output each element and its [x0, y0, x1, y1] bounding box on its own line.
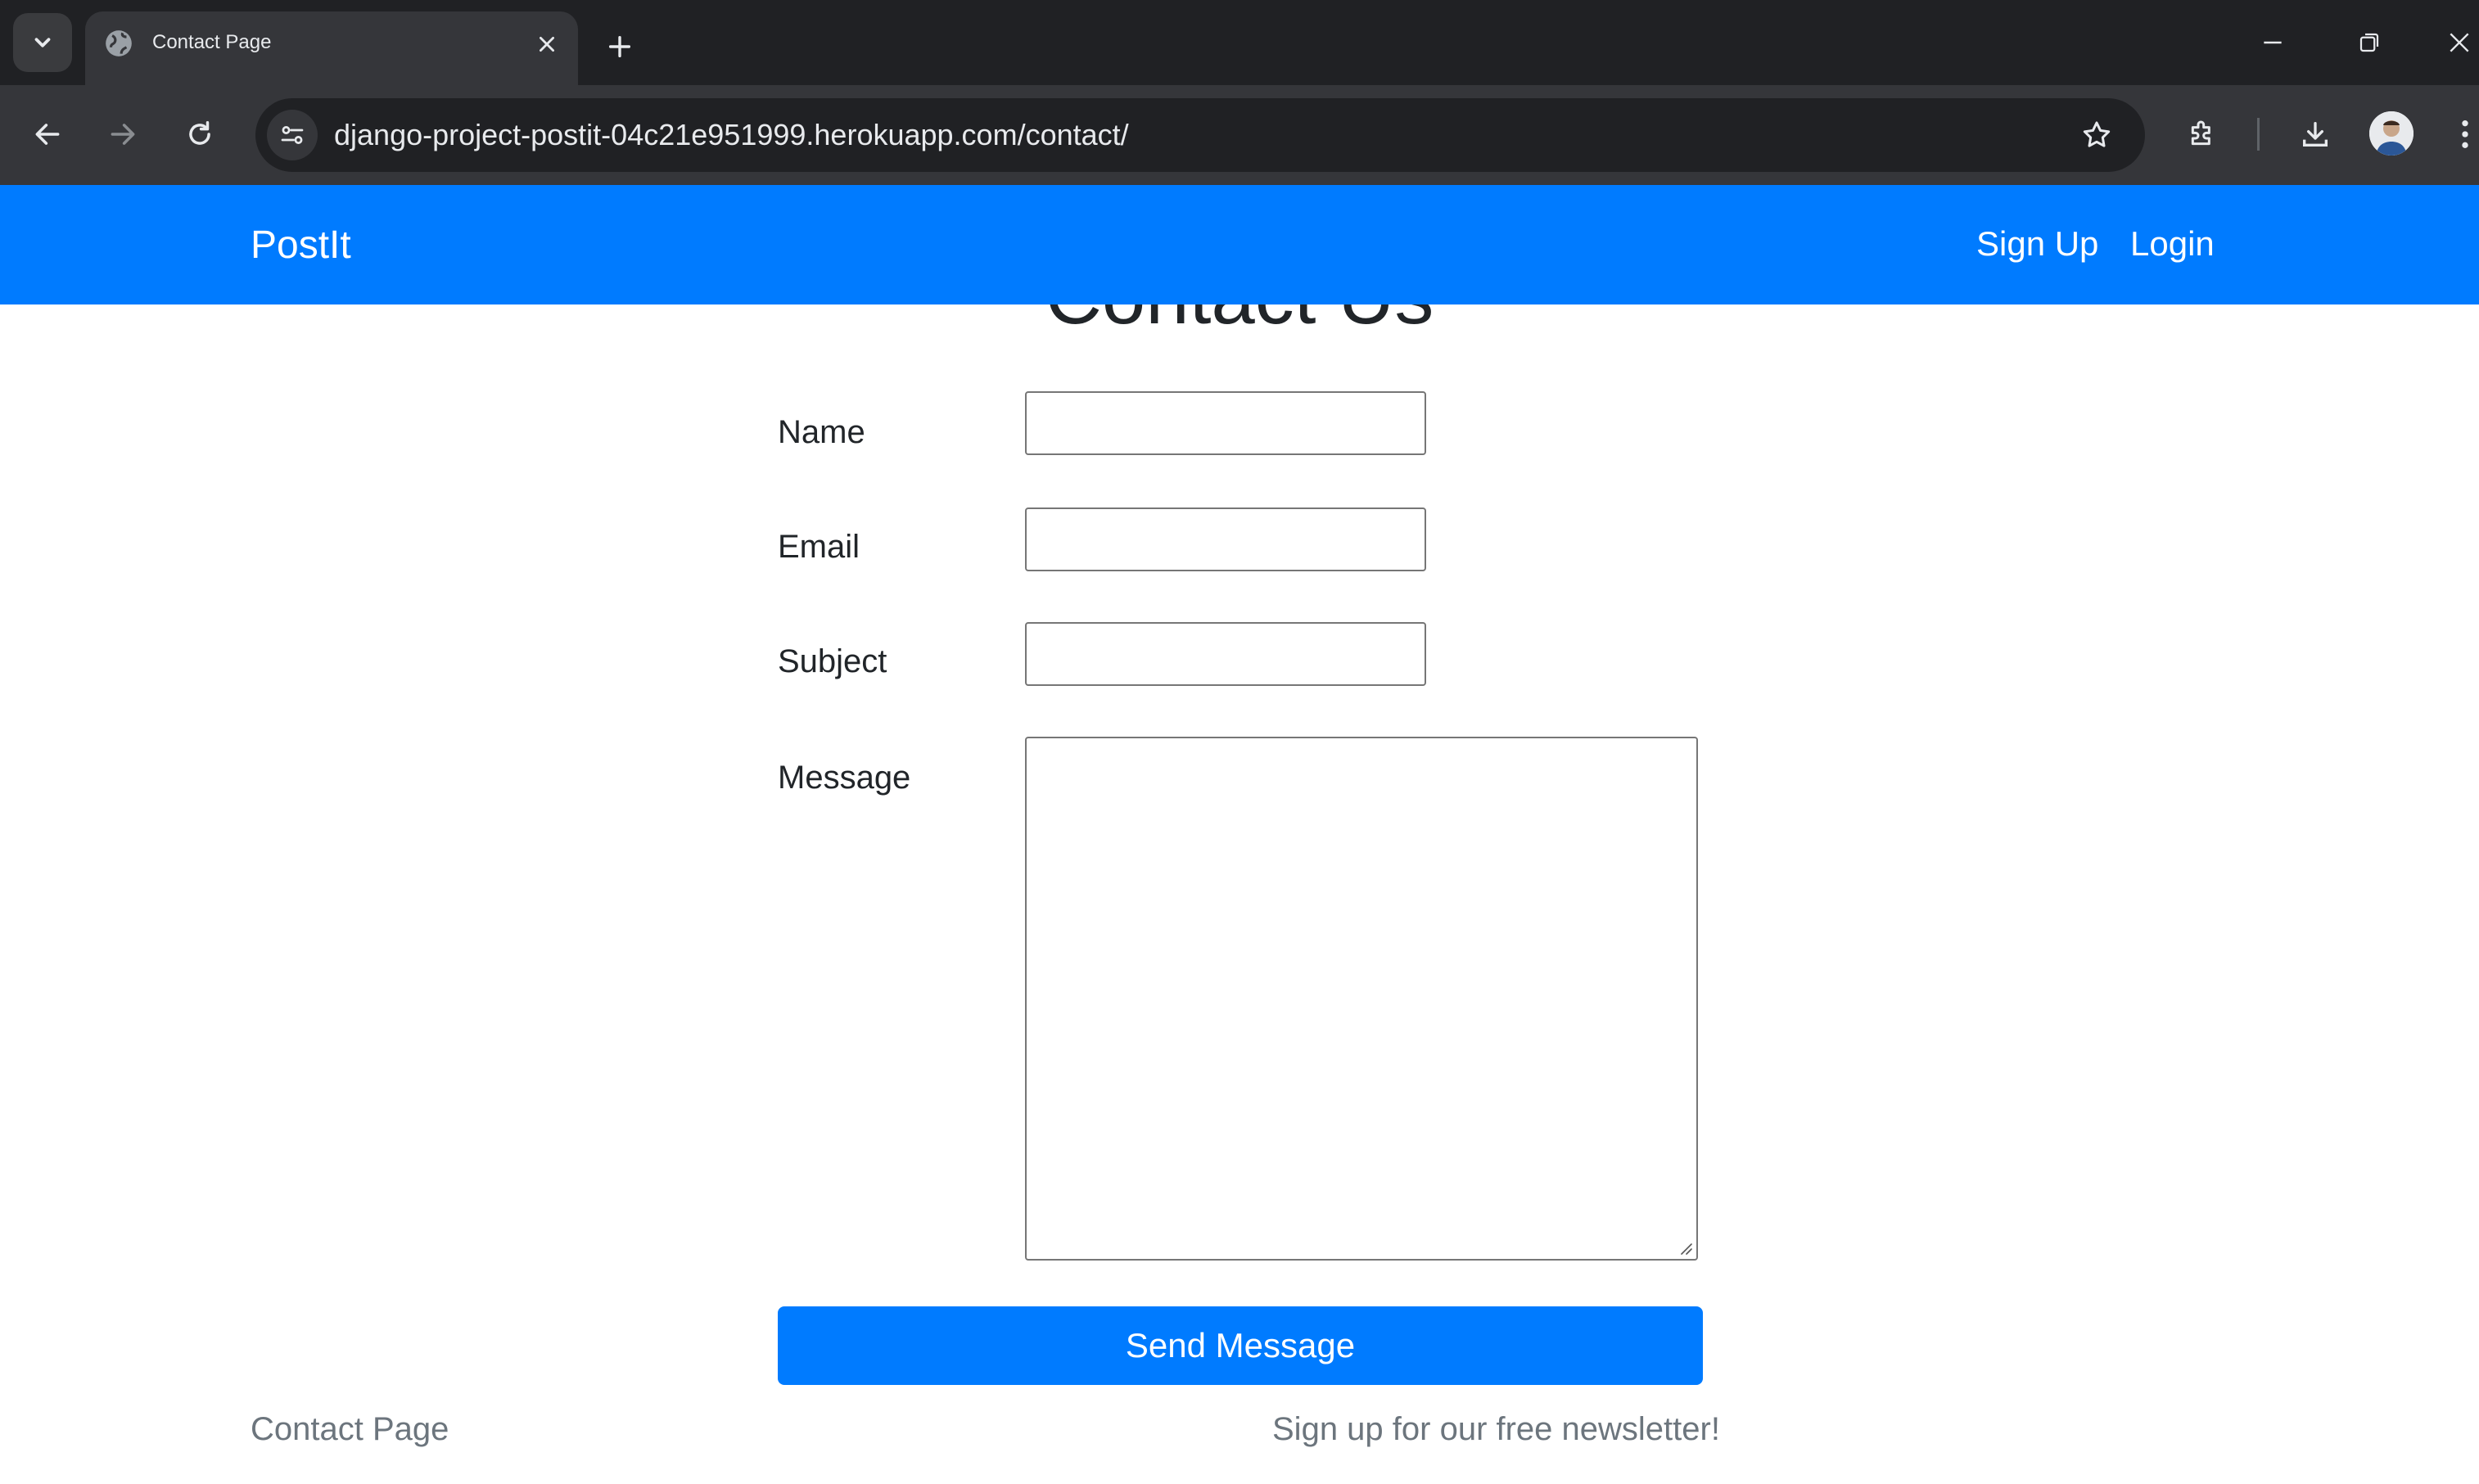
close-window-button[interactable]: [2440, 16, 2479, 69]
nav-login-link[interactable]: Login: [2130, 224, 2215, 264]
email-label: Email: [778, 529, 860, 565]
plus-icon: [608, 35, 631, 58]
reload-button[interactable]: [174, 108, 226, 160]
downloads-button[interactable]: [2289, 108, 2341, 160]
download-icon: [2303, 122, 2328, 147]
tab-title: Contact Page: [152, 31, 272, 53]
profile-avatar[interactable]: [2369, 111, 2414, 156]
browser-tab-strip: Contact Page: [0, 0, 2479, 85]
restore-icon: [2359, 33, 2379, 52]
back-button[interactable]: [21, 108, 74, 160]
message-textarea[interactable]: [1025, 737, 1698, 1261]
nav-signup-link[interactable]: Sign Up: [1976, 224, 2098, 264]
browser-menu-button[interactable]: [2451, 108, 2479, 160]
subject-field[interactable]: [1025, 622, 1426, 686]
extensions-button[interactable]: [2176, 108, 2228, 160]
minimize-icon: [2264, 41, 2282, 44]
site-info-button[interactable]: [267, 110, 318, 160]
person-icon: [2369, 111, 2414, 156]
tab-close-button[interactable]: [531, 28, 563, 61]
resize-grip-icon[interactable]: [1677, 1239, 1693, 1256]
site-navbar: PostIt Sign Up Login: [0, 185, 2479, 304]
page-title: Contact Us: [0, 304, 2479, 342]
name-field[interactable]: [1025, 391, 1426, 455]
site-brand[interactable]: PostIt: [251, 223, 351, 268]
restore-button[interactable]: [2343, 16, 2395, 69]
tune-icon: [281, 126, 304, 144]
name-label: Name: [778, 414, 865, 450]
star-icon: [2083, 121, 2111, 147]
reload-icon: [189, 121, 210, 145]
chevron-down-icon: [34, 38, 51, 47]
tab-search-button[interactable]: [13, 13, 72, 72]
browser-tab-active[interactable]: Contact Page: [85, 11, 578, 85]
url-path: /contact/: [1017, 118, 1129, 151]
close-icon: [540, 37, 554, 52]
url-host: django-project-postit-04c21e951999.herok…: [334, 118, 1018, 151]
url-text[interactable]: django-project-postit-04c21e951999.herok…: [334, 118, 1129, 152]
minimize-button[interactable]: [2246, 16, 2299, 69]
send-message-button[interactable]: Send Message: [778, 1306, 1703, 1385]
puzzle-icon: [2191, 120, 2210, 146]
globe-icon: [106, 30, 132, 56]
new-tab-button[interactable]: [598, 25, 642, 69]
forward-button[interactable]: [97, 108, 149, 160]
close-icon: [2450, 33, 2469, 52]
message-label: Message: [778, 760, 911, 796]
browser-toolbar: django-project-postit-04c21e951999.herok…: [0, 85, 2479, 185]
more-vert-icon: [2462, 120, 2468, 148]
subject-label: Subject: [778, 643, 887, 679]
page-content: Contact Us Name Email Subject Message Se…: [0, 304, 2479, 1484]
arrow-left-icon: [35, 124, 60, 145]
footer-newsletter-text: Sign up for our free newsletter!: [1272, 1411, 1720, 1447]
footer-contact-page: Contact Page: [251, 1411, 449, 1447]
bookmark-button[interactable]: [2073, 111, 2120, 159]
toolbar-divider: [2257, 118, 2260, 151]
email-field[interactable]: [1025, 507, 1426, 571]
arrow-right-icon: [111, 124, 135, 145]
address-bar[interactable]: django-project-postit-04c21e951999.herok…: [255, 98, 2145, 172]
